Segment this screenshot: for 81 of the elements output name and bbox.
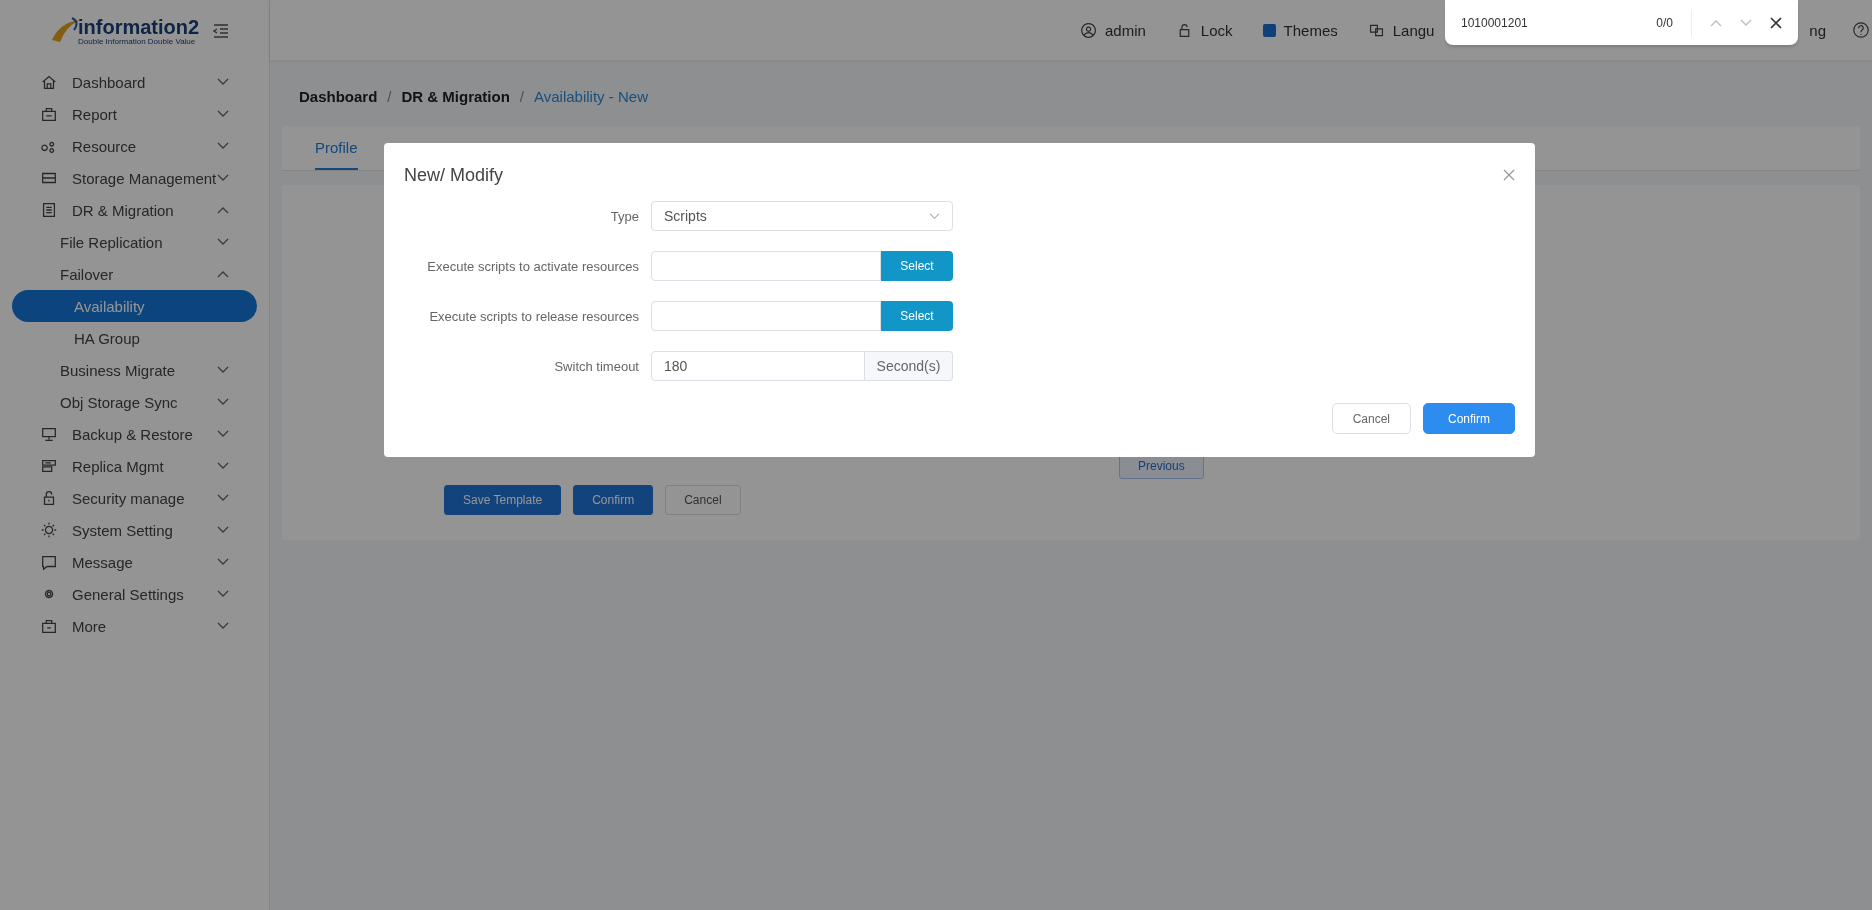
chevron-down-icon xyxy=(217,558,229,566)
briefcase-icon xyxy=(40,105,58,123)
top-bar-link[interactable]: Langu xyxy=(1392,21,1435,39)
menu-item[interactable]: Business Migrate xyxy=(12,354,257,386)
chevron-down-icon xyxy=(217,398,229,406)
select-button[interactable]: Select xyxy=(881,251,953,281)
input-field[interactable]: 180 xyxy=(651,351,865,381)
menu-item[interactable]: File Replication xyxy=(12,226,257,258)
field-label: Execute scripts to release resources xyxy=(428,308,639,324)
top-bar-link[interactable]: ng xyxy=(1809,21,1826,39)
menu-item[interactable]: More xyxy=(12,610,257,642)
field-label: Switch timeout xyxy=(553,358,639,374)
menu-item[interactable]: General Settings xyxy=(12,578,257,610)
field-label: Type xyxy=(609,208,639,224)
user-icon xyxy=(1080,21,1097,39)
dialog-button[interactable]: Confirm xyxy=(1423,403,1515,434)
find-query[interactable]: 1010001201 xyxy=(1461,15,1639,30)
message-icon xyxy=(40,553,58,571)
unit-addon: Second(s) xyxy=(865,351,953,381)
help-icon[interactable] xyxy=(1852,21,1870,39)
menu-item[interactable]: Dashboard xyxy=(12,66,257,98)
top-bar-link[interactable]: admin xyxy=(1105,21,1146,39)
page-button[interactable]: Save Template xyxy=(444,485,562,515)
chevron-up-icon xyxy=(217,270,229,278)
chevron-down-icon[interactable] xyxy=(1740,18,1752,27)
chevron-down-icon xyxy=(217,622,229,630)
dialog-title: New/ Modify xyxy=(404,164,504,186)
chevron-down-icon xyxy=(217,526,229,534)
input-field[interactable] xyxy=(651,301,881,331)
match-count: 0/0 xyxy=(1656,15,1673,30)
breadcrumb-separator: / xyxy=(387,88,392,107)
server-icon xyxy=(40,457,58,475)
close-icon[interactable] xyxy=(1770,16,1782,29)
document-icon xyxy=(40,201,58,219)
chevron-down-icon xyxy=(217,238,229,246)
breadcrumb-link[interactable]: DR & Migration xyxy=(401,88,510,116)
logo-tagline: Double Information Double Value xyxy=(78,37,197,46)
monitor-icon xyxy=(40,425,58,443)
menu-item[interactable]: System Setting xyxy=(12,514,257,546)
menu-item[interactable]: Failover xyxy=(12,258,257,290)
menu-item[interactable]: Obj Storage Sync xyxy=(12,386,257,418)
collapse-menu-icon[interactable] xyxy=(213,24,230,38)
dialog-button[interactable]: Cancel xyxy=(1331,403,1411,434)
top-bar-link[interactable]: Lock xyxy=(1200,21,1233,39)
page-button[interactable]: Cancel xyxy=(665,485,741,515)
chevron-up-icon xyxy=(217,206,229,214)
select-button[interactable]: Select xyxy=(881,301,953,331)
logo-name: information2 xyxy=(78,17,200,37)
chevron-down-icon xyxy=(217,174,229,182)
menu-item[interactable]: Availability xyxy=(12,290,257,322)
page-button[interactable]: Confirm xyxy=(573,485,654,515)
breadcrumb-link[interactable]: Availability - New xyxy=(534,88,648,116)
menu-item[interactable]: Backup & Restore xyxy=(12,418,257,450)
menu-item[interactable]: Report xyxy=(12,98,257,130)
tab[interactable]: Profile xyxy=(315,139,358,170)
menu-item[interactable]: Replica Mgmt xyxy=(12,450,257,482)
chevron-down-icon xyxy=(929,212,940,220)
chevron-down-icon xyxy=(217,590,229,598)
breadcrumb-link[interactable]: Dashboard xyxy=(299,88,378,116)
breadcrumb-separator: / xyxy=(519,88,525,107)
menu-item[interactable]: HA Group xyxy=(12,322,257,354)
theme-swatch-icon xyxy=(1262,23,1276,37)
briefcase-icon xyxy=(40,617,58,635)
chevron-up-icon[interactable] xyxy=(1710,18,1722,27)
chevron-down-icon xyxy=(217,462,229,470)
chevron-down-icon xyxy=(217,430,229,438)
menu-item[interactable]: Resource xyxy=(12,130,257,162)
chevron-down-icon xyxy=(217,494,229,502)
menu-item[interactable]: Storage Management xyxy=(12,162,257,194)
top-bar-link[interactable]: Themes xyxy=(1283,21,1338,39)
chevron-down-icon xyxy=(217,142,229,150)
type-select[interactable]: Scripts xyxy=(651,201,953,231)
menu-item[interactable]: Message xyxy=(12,546,257,578)
input-field[interactable] xyxy=(651,251,881,281)
chevron-down-icon xyxy=(217,78,229,86)
menu-item[interactable]: DR & Migration xyxy=(12,194,257,226)
chevron-down-icon xyxy=(217,110,229,118)
home-icon xyxy=(40,73,58,91)
chevron-down-icon xyxy=(217,366,229,374)
field-label: Execute scripts to activate resources xyxy=(426,258,639,274)
menu-item[interactable]: Security manage xyxy=(12,482,257,514)
